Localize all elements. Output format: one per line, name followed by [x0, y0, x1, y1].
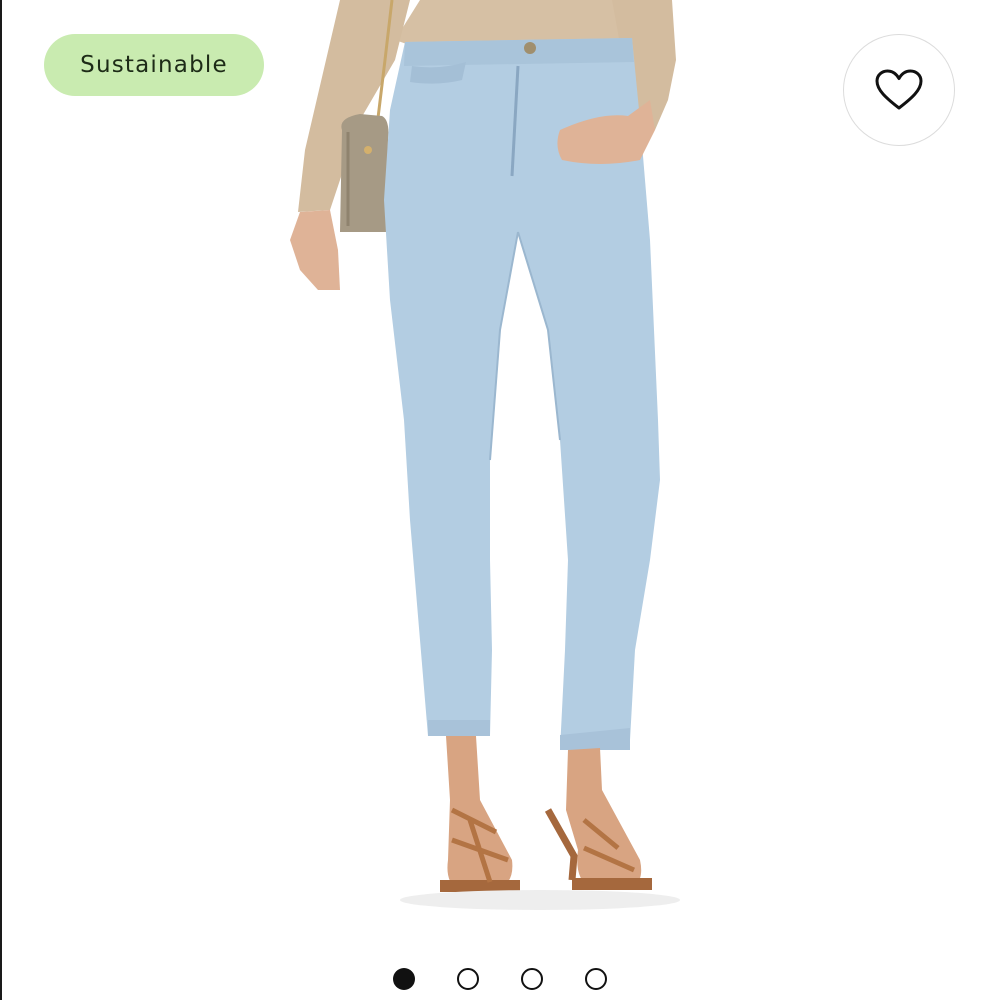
- product-photo[interactable]: [0, 0, 1000, 960]
- heart-icon: [875, 69, 923, 110]
- carousel-dot-2[interactable]: [457, 968, 479, 990]
- carousel-indicator: [0, 967, 1000, 991]
- favorite-button[interactable]: [843, 34, 955, 146]
- sustainable-badge-label: Sustainable: [80, 52, 228, 78]
- carousel-dot-3[interactable]: [521, 968, 543, 990]
- left-sandal: [440, 880, 520, 892]
- carousel-dot-4[interactable]: [585, 968, 607, 990]
- sustainable-badge: Sustainable: [44, 34, 264, 96]
- carousel-dot-1[interactable]: [393, 968, 415, 990]
- right-sandal: [572, 878, 652, 890]
- left-hand: [290, 210, 340, 290]
